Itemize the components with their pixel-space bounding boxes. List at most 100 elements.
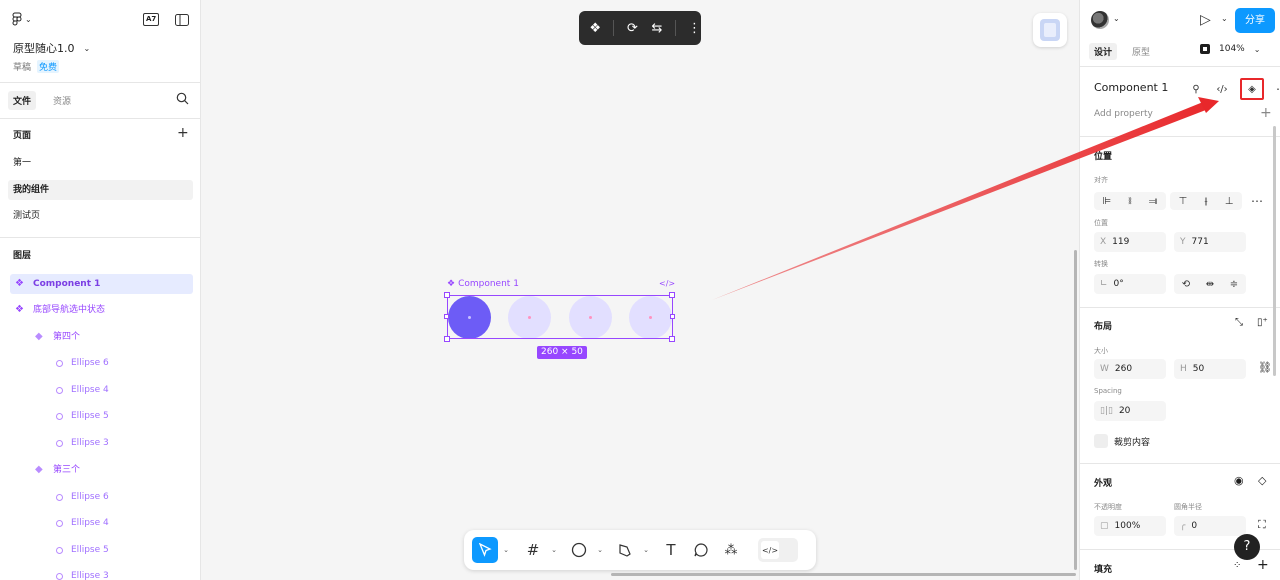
layer-item[interactable]: Ellipse 6 — [56, 487, 109, 507]
layer-item[interactable]: ❖ Component 1 — [10, 274, 193, 294]
more-icon[interactable]: ⋯ — [1274, 81, 1280, 97]
go-to-main-component-icon[interactable]: ◈ — [1240, 78, 1264, 100]
align-bottom-icon[interactable]: ⊥ — [1225, 196, 1234, 207]
height-field[interactable]: H 50 — [1174, 359, 1246, 379]
search-icon[interactable] — [176, 92, 189, 105]
layer-item[interactable]: Ellipse 6 — [56, 353, 109, 373]
components-tool-button[interactable]: ⁂ — [718, 537, 744, 563]
x-field[interactable]: X 119 — [1094, 232, 1166, 252]
share-button[interactable]: 分享 — [1235, 8, 1275, 33]
component-frame-label[interactable]: ❖ Component 1 — [447, 279, 519, 289]
tab-design[interactable]: 设计 — [1089, 43, 1118, 60]
add-fill-button[interactable]: + — [1257, 557, 1269, 573]
drop-icon[interactable]: ◇ — [1258, 474, 1266, 487]
swap-icon[interactable]: ⇆ — [651, 20, 663, 36]
draft-label[interactable]: 草稿 — [13, 60, 31, 73]
align-center-h-icon[interactable]: ⧚ — [1128, 196, 1132, 207]
chevron-down-icon[interactable]: ⌄ — [1221, 14, 1228, 23]
frame-tool-button[interactable]: # — [520, 537, 546, 563]
layer-item[interactable]: Ellipse 4 — [56, 513, 109, 533]
y-field[interactable]: Y 771 — [1174, 232, 1246, 252]
rotation-field[interactable]: ∟ 0° — [1094, 274, 1166, 294]
resize-handle[interactable] — [444, 336, 450, 342]
plan-badge[interactable]: 免费 — [37, 60, 60, 73]
help-button[interactable]: ? — [1234, 534, 1260, 560]
page-item-selected[interactable]: 我的组件 — [8, 180, 193, 200]
chevron-down-icon[interactable]: ⌄ — [642, 546, 650, 554]
zoom-control[interactable]: 104% ⌄ — [1200, 44, 1260, 54]
ai-badge-button[interactable]: A7 — [143, 13, 160, 26]
flip-horizontal-icon[interactable]: ⇹ — [1206, 279, 1214, 290]
flip-vertical-icon[interactable]: ≑ — [1230, 279, 1238, 290]
shape-tool-button[interactable] — [566, 537, 592, 563]
properties-icon[interactable]: ⚲ — [1188, 81, 1204, 97]
layer-item[interactable]: Ellipse 5 — [56, 406, 109, 426]
page-item[interactable]: 测试页 — [8, 206, 193, 226]
code-icon[interactable]: </> — [659, 279, 675, 288]
styles-icon[interactable]: ⁘ — [1233, 560, 1241, 571]
opacity-icon: ▢ — [1100, 521, 1109, 531]
panel-scrollbar[interactable] — [1273, 126, 1276, 376]
layer-item[interactable]: Ellipse 3 — [56, 566, 109, 580]
eye-icon[interactable]: ◉ — [1234, 474, 1244, 487]
resize-handle[interactable] — [670, 314, 675, 319]
layer-item[interactable]: ◆ 第三个 — [35, 460, 80, 480]
tab-files[interactable]: 文件 — [8, 91, 37, 110]
panel-toggle-icon[interactable] — [175, 13, 190, 26]
collapse-icon[interactable]: ⤡ — [1235, 317, 1243, 328]
align-left-icon[interactable]: ⊫ — [1103, 196, 1112, 207]
chevron-down-icon[interactable]: ⌄ — [502, 546, 510, 554]
layer-item[interactable]: Ellipse 5 — [56, 540, 109, 560]
main-menu-button[interactable]: ⌄ — [12, 12, 32, 26]
layer-item[interactable]: ◆ 第四个 — [35, 327, 80, 347]
add-property-label[interactable]: Add property — [1094, 109, 1153, 119]
independent-corners-icon[interactable]: ⛶ — [1258, 518, 1266, 532]
dev-mode-toggle[interactable]: </> — [758, 538, 798, 562]
layer-item[interactable]: Ellipse 4 — [56, 380, 109, 400]
instance-swap-icon[interactable]: ⟳ — [626, 20, 638, 36]
spacing-field[interactable]: ▯|▯ 20 — [1094, 401, 1166, 421]
chevron-down-icon[interactable]: ⌄ — [550, 546, 558, 554]
horizontal-scrollbar[interactable] — [611, 573, 1076, 576]
page-item[interactable]: 第一 — [8, 153, 193, 173]
tab-assets[interactable]: 资源 — [48, 91, 76, 110]
align-center-v-icon[interactable]: ⫲ — [1204, 196, 1207, 207]
canvas[interactable]: ❖ ⟳ ⇆ ⋮ ❖ Component 1 </> 260 × 50 ⌄ # ⌄… — [201, 0, 1079, 580]
chevron-down-icon[interactable]: ⌄ — [596, 546, 604, 554]
align-top-icon[interactable]: ⊤ — [1179, 196, 1188, 207]
resize-handle[interactable] — [444, 314, 449, 319]
chevron-down-icon[interactable]: ⌄ — [1113, 14, 1120, 23]
selection-frame[interactable] — [447, 295, 673, 339]
project-title[interactable]: 原型随心1.0 ⌄ — [13, 40, 90, 56]
opacity-field[interactable]: ▢ 100% — [1094, 516, 1166, 536]
radius-field[interactable]: ╭ 0 — [1174, 516, 1246, 536]
component-name[interactable]: Component 1 — [1094, 81, 1168, 94]
layer-item[interactable]: Ellipse 3 — [56, 433, 109, 453]
component-set-icon[interactable]: ❖ — [589, 20, 601, 36]
constrain-proportions-icon[interactable]: ⛓ — [1258, 361, 1272, 374]
vertical-scrollbar[interactable] — [1074, 250, 1077, 570]
code-icon[interactable]: ‹/› — [1214, 81, 1230, 97]
resize-handle[interactable] — [669, 336, 675, 342]
add-page-button[interactable]: + — [177, 126, 189, 140]
resize-handle[interactable] — [444, 292, 450, 298]
plugin-widget-button[interactable] — [1033, 13, 1067, 47]
avatar[interactable] — [1091, 11, 1109, 29]
theme-icon[interactable] — [1200, 44, 1210, 54]
more-vertical-icon[interactable]: ⋮ — [688, 20, 701, 36]
width-field[interactable]: W 260 — [1094, 359, 1166, 379]
add-property-button[interactable]: + — [1260, 105, 1272, 121]
text-tool-button[interactable]: T — [658, 537, 684, 563]
rotate-icon[interactable]: ⟲ — [1182, 279, 1190, 290]
comment-tool-button[interactable] — [688, 537, 714, 563]
align-right-icon[interactable]: ⫥ — [1149, 196, 1158, 207]
auto-layout-icon[interactable]: ▯⁺ — [1257, 317, 1268, 328]
layer-item[interactable]: ❖ 底部导航选中状态 — [15, 300, 105, 320]
clip-content-checkbox[interactable] — [1094, 434, 1108, 448]
more-icon[interactable]: ⋯ — [1251, 194, 1263, 208]
move-tool-button[interactable] — [472, 537, 498, 563]
pen-tool-button[interactable] — [612, 537, 638, 563]
tab-prototype[interactable]: 原型 — [1127, 43, 1155, 60]
play-icon[interactable]: ▷ — [1200, 12, 1211, 28]
resize-handle[interactable] — [669, 292, 675, 298]
